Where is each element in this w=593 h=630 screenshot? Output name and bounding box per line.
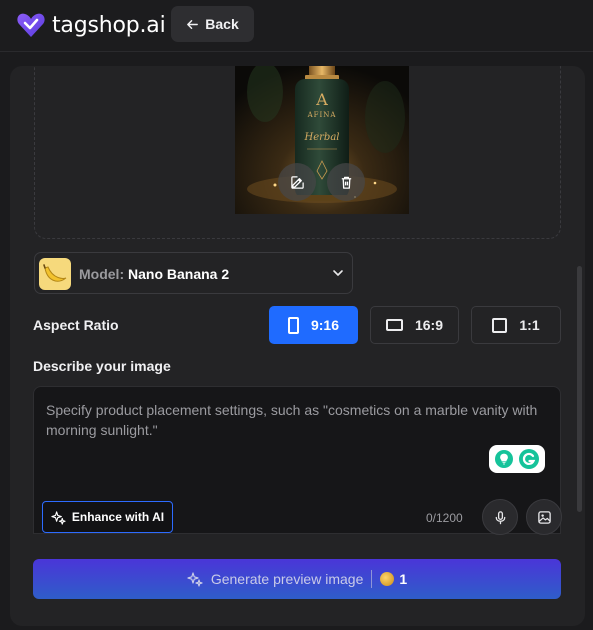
attach-image-button[interactable] (526, 499, 562, 535)
arrow-left-icon (187, 19, 199, 29)
model-text: Model: Nano Banana 2 (79, 266, 229, 282)
aspect-ratio-label: Aspect Ratio (33, 317, 119, 333)
aspect-option-1-1[interactable]: 1:1 (471, 306, 561, 344)
coin-icon (380, 572, 395, 586)
edit-image-button[interactable] (278, 163, 316, 201)
microphone-icon (495, 510, 505, 524)
model-select[interactable]: Model: Nano Banana 2 (34, 252, 353, 294)
enhance-with-ai-button[interactable]: Enhance with AI (42, 501, 173, 533)
brand-name: tagshop.ai (52, 12, 166, 38)
model-label: Model: (79, 266, 125, 282)
logo[interactable]: tagshop.ai (16, 10, 166, 40)
delete-image-button[interactable] (327, 163, 365, 201)
credit-cost: 1 (380, 571, 407, 587)
back-button-label: Back (205, 16, 239, 32)
aspect-option-label: 9:16 (310, 317, 340, 333)
grammarly-widget[interactable] (489, 445, 545, 473)
generator-panel: A AFINA Herbal Model: Nano Banana 2 Aspe… (10, 66, 585, 626)
prompt-textarea[interactable]: Specify product placement settings, such… (33, 386, 562, 535)
chevron-down-icon (333, 270, 343, 276)
image-icon (537, 510, 551, 524)
landscape-ratio-icon (385, 319, 403, 331)
sparkles-icon (187, 572, 203, 587)
bottle-monogram: A (315, 90, 328, 109)
trash-icon (341, 176, 351, 189)
character-counter: 0/1200 (426, 511, 463, 525)
bottle-script-word: Herbal (304, 132, 340, 143)
describe-label: Describe your image (33, 358, 171, 374)
portrait-ratio-icon (287, 316, 299, 334)
aspect-option-9-16[interactable]: 9:16 (269, 306, 358, 344)
model-value: Nano Banana 2 (128, 266, 230, 282)
back-button[interactable]: Back (171, 6, 254, 42)
aspect-option-16-9[interactable]: 16:9 (370, 306, 459, 344)
prompt-placeholder: Specify product placement settings, such… (46, 402, 538, 438)
image-upload-area[interactable]: A AFINA Herbal (34, 66, 561, 239)
top-bar: tagshop.ai Back (0, 0, 593, 52)
scrollbar[interactable] (577, 266, 582, 512)
square-ratio-icon (492, 317, 508, 333)
grammarly-icon (519, 449, 539, 469)
generate-label: Generate preview image (210, 571, 364, 587)
aspect-option-label: 1:1 (519, 317, 540, 333)
banana-icon (39, 258, 71, 290)
bottle-brand-name: AFINA (307, 111, 337, 119)
product-photo: A AFINA Herbal (235, 66, 409, 214)
edit-icon (290, 175, 304, 189)
heart-logo-icon (17, 13, 45, 37)
generate-preview-button[interactable]: Generate preview image 1 (33, 559, 561, 599)
credit-value: 1 (399, 571, 408, 587)
divider (371, 570, 373, 588)
lightbulb-icon (495, 450, 513, 468)
aspect-option-label: 16:9 (414, 317, 444, 333)
product-preview-image: A AFINA Herbal (235, 66, 409, 214)
voice-input-button[interactable] (482, 499, 518, 535)
enhance-label: Enhance with AI (71, 510, 165, 524)
sparkles-icon (51, 510, 66, 525)
